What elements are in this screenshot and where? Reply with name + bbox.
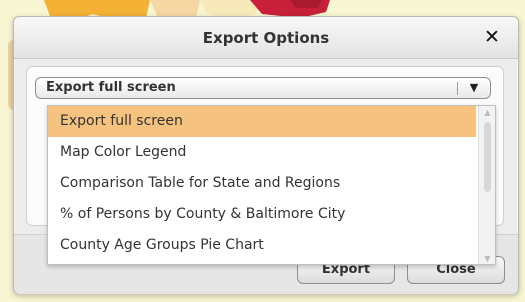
dialog-title: Export Options [202, 29, 330, 47]
dropdown-option[interactable]: Map Color Legend [48, 137, 476, 168]
scroll-thumb[interactable] [484, 122, 491, 192]
scroll-down-icon[interactable]: ▼ [479, 252, 495, 264]
select-divider [457, 82, 458, 95]
scroll-up-icon[interactable]: ▲ [479, 106, 495, 120]
close-icon[interactable]: ✕ [480, 25, 504, 49]
dialog-titlebar: Export Options ✕ [14, 17, 518, 59]
dropdown-option[interactable]: Comparison Table for State and Regions [48, 168, 476, 199]
select-value: Export full screen [46, 80, 176, 95]
dropdown-option[interactable]: County Age Groups Pie Chart [48, 230, 476, 261]
dropdown-scrollbar[interactable]: ▲ ▼ [478, 106, 495, 264]
chevron-down-icon[interactable]: ▼ [464, 80, 484, 96]
dropdown-option[interactable]: Export full screen [48, 106, 476, 137]
export-type-dropdown: Export full screen Map Color Legend Comp… [47, 105, 496, 265]
dropdown-option[interactable]: % of Persons by County & Baltimore City [48, 199, 476, 230]
export-type-select[interactable]: Export full screen ▼ [35, 77, 491, 99]
